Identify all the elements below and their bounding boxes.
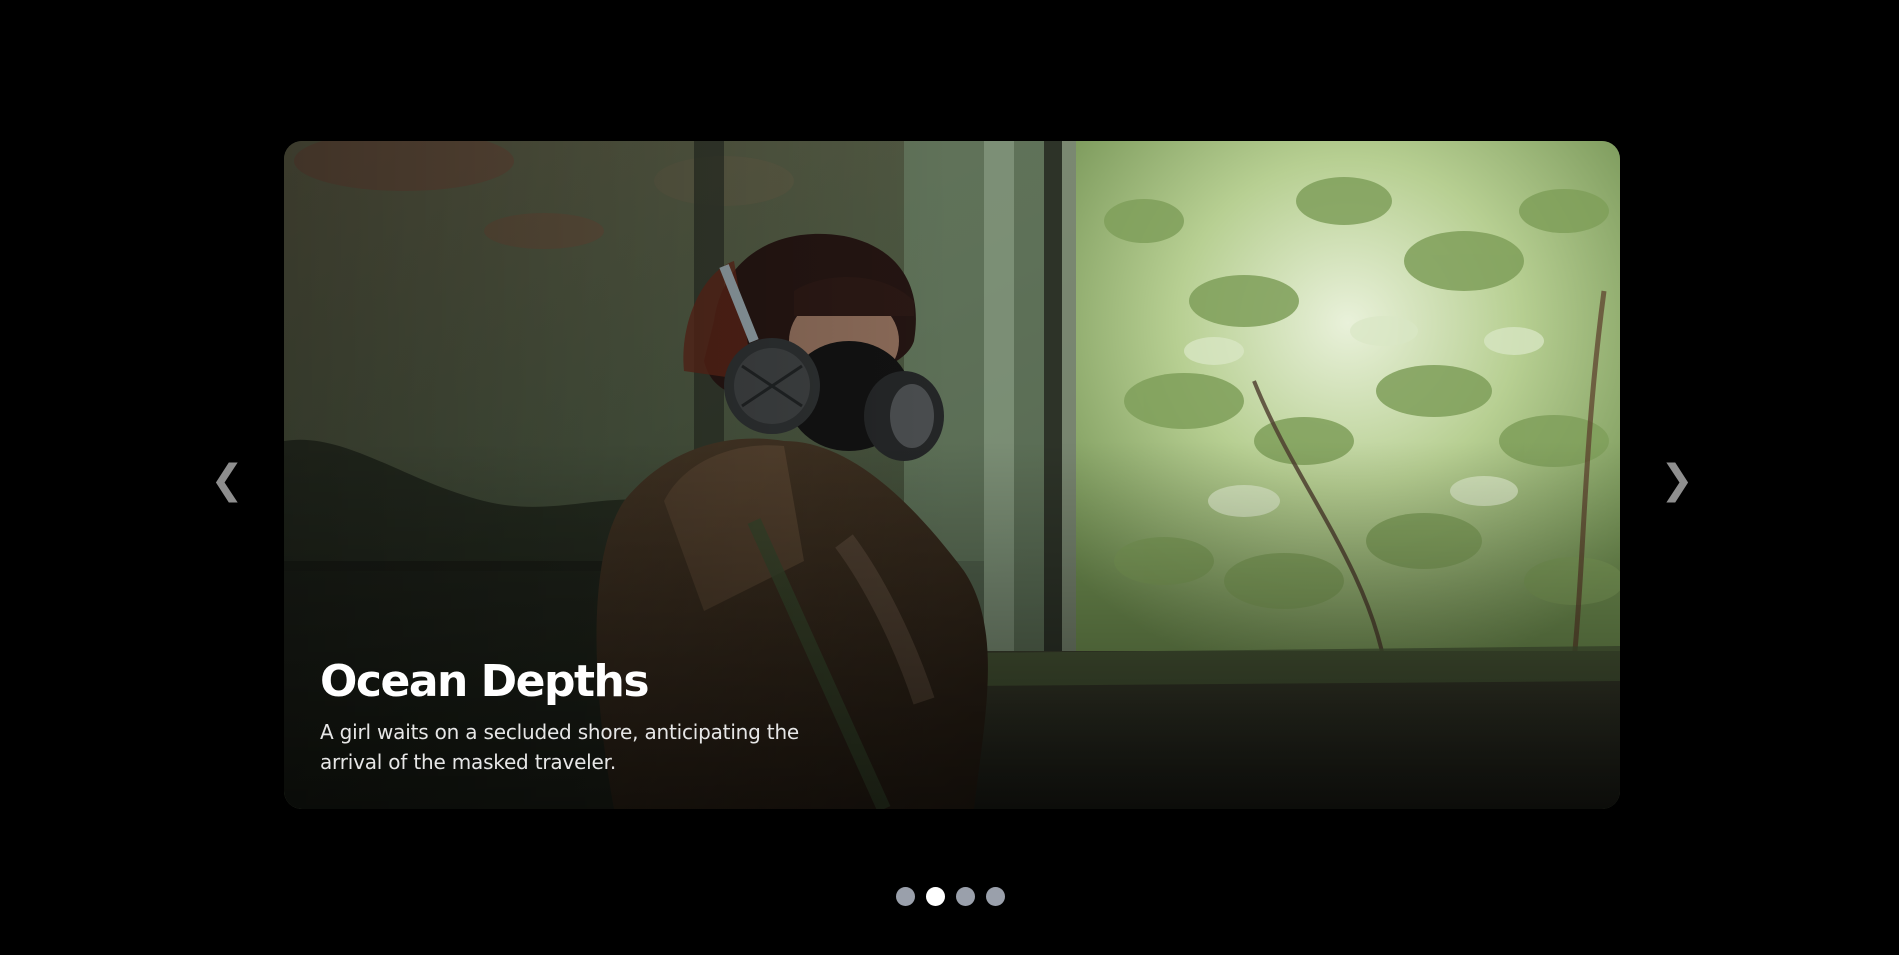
pagination-dot[interactable] (986, 887, 1005, 906)
pagination-dots (896, 887, 1005, 907)
chevron-left-icon: ❮ (210, 457, 244, 503)
pagination-dot[interactable] (896, 887, 915, 906)
slide-image-card[interactable]: Ocean Depths A girl waits on a secluded … (284, 141, 1620, 809)
prev-slide-button[interactable]: ❮ (207, 458, 247, 502)
next-slide-button[interactable]: ❯ (1657, 458, 1697, 502)
pagination-dot[interactable] (926, 887, 945, 906)
slide-description: A girl waits on a secluded shore, antici… (320, 720, 800, 774)
slide-caption: Ocean Depths A girl waits on a secluded … (320, 651, 840, 777)
carousel: Ocean Depths A girl waits on a secluded … (0, 0, 1899, 955)
chevron-right-icon: ❯ (1660, 457, 1694, 503)
slide-title: Ocean Depths (320, 656, 650, 707)
pagination-dot[interactable] (956, 887, 975, 906)
